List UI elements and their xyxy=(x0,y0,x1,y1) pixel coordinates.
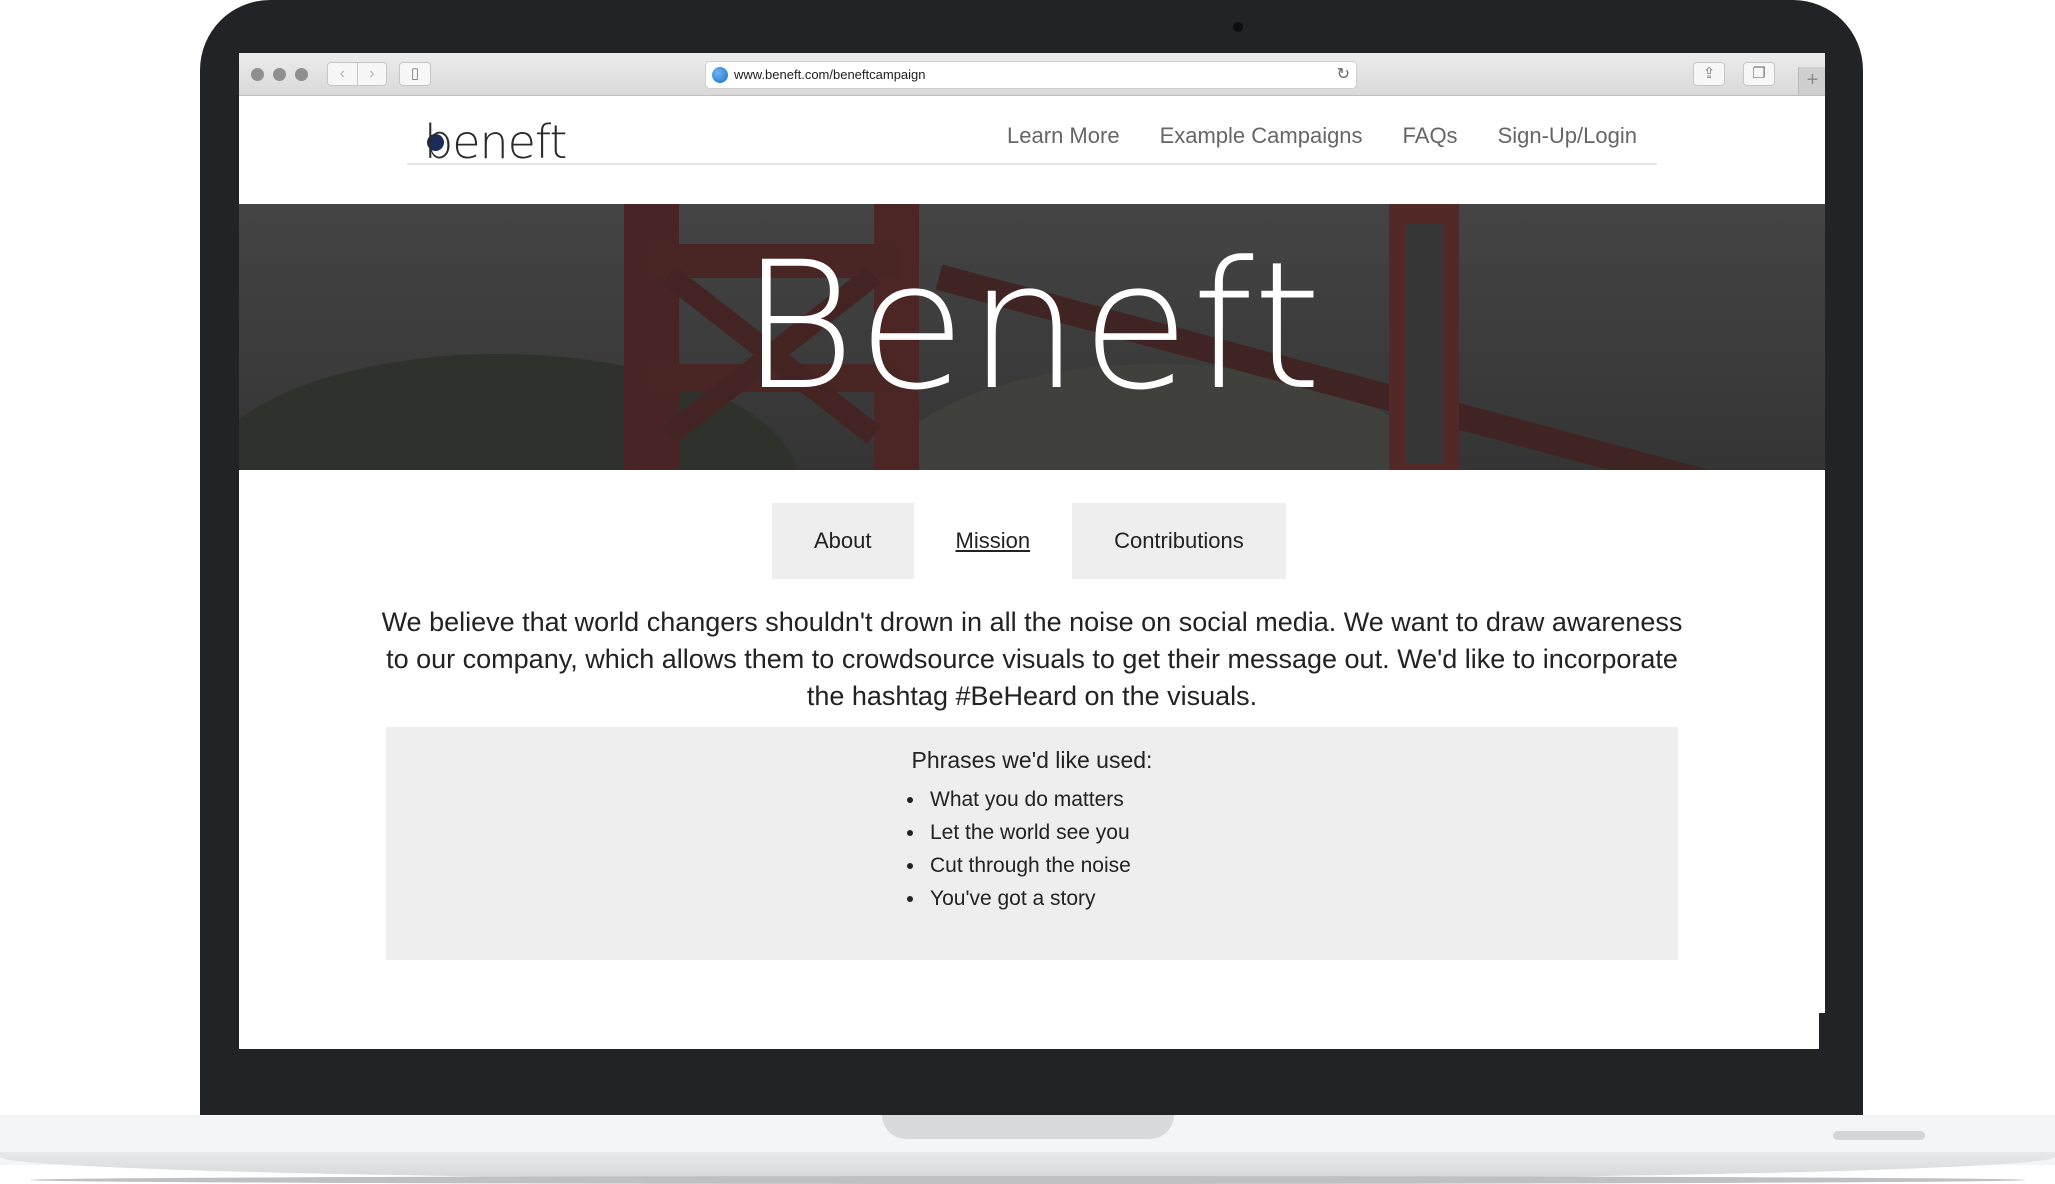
tabs-overview-icon[interactable]: ❐ xyxy=(1743,62,1775,86)
tab-mission[interactable]: Mission xyxy=(913,503,1073,579)
share-icon[interactable]: ⇪ xyxy=(1693,62,1725,86)
hero-title: Beneft xyxy=(740,224,1324,429)
phrase-list: What you do matters Let the world see yo… xyxy=(902,783,1131,915)
close-window-icon[interactable] xyxy=(251,68,264,81)
site-logo[interactable]: beneft xyxy=(424,115,567,169)
url-text: www.beneft.com/beneftcampaign xyxy=(734,67,926,82)
camera-icon xyxy=(1233,22,1243,32)
forward-arrow-icon[interactable]: › xyxy=(356,63,387,85)
list-item: You've got a story xyxy=(926,882,1131,915)
browser-window: ‹ › ▯ www.beneft.com/beneftcampaign ↻ ⇪ … xyxy=(239,53,1825,1049)
list-item: Cut through the noise xyxy=(926,849,1131,882)
screen-corner xyxy=(1819,1013,1825,1049)
laptop-notch xyxy=(882,1115,1174,1139)
header-divider xyxy=(407,163,1657,165)
nav-sign-up-login[interactable]: Sign-Up/Login xyxy=(1498,123,1637,149)
tab-about[interactable]: About xyxy=(772,503,914,579)
mission-statement: We believe that world changers shouldn't… xyxy=(381,607,1683,711)
hero-banner: Beneft xyxy=(239,204,1825,470)
phrases-panel: Phrases we'd like used: What you do matt… xyxy=(386,727,1678,960)
nav-learn-more[interactable]: Learn More xyxy=(1007,123,1120,149)
minimize-window-icon[interactable] xyxy=(273,68,286,81)
list-item: Let the world see you xyxy=(926,816,1131,849)
nav-faqs[interactable]: FAQs xyxy=(1403,123,1458,149)
list-item: What you do matters xyxy=(926,783,1131,816)
laptop-foot xyxy=(1833,1131,1925,1140)
zoom-window-icon[interactable] xyxy=(295,68,308,81)
browser-toolbar: ‹ › ▯ www.beneft.com/beneftcampaign ↻ ⇪ … xyxy=(239,53,1825,96)
site-header: beneft Learn More Example Campaigns FAQs… xyxy=(407,95,1657,215)
phrases-title: Phrases we'd like used: xyxy=(911,747,1153,773)
back-arrow-icon[interactable]: ‹ xyxy=(328,63,357,85)
sidebar-icon[interactable]: ▯ xyxy=(399,62,431,86)
tab-contributions[interactable]: Contributions xyxy=(1072,503,1286,579)
history-nav: ‹ › xyxy=(327,62,387,86)
main-nav: Learn More Example Campaigns FAQs Sign-U… xyxy=(1007,123,1637,149)
new-tab-icon[interactable]: + xyxy=(1798,67,1825,95)
reload-icon[interactable]: ↻ xyxy=(1337,64,1350,84)
nav-example-campaigns[interactable]: Example Campaigns xyxy=(1160,123,1363,149)
globe-icon xyxy=(712,67,728,83)
address-bar[interactable]: www.beneft.com/beneftcampaign ↻ xyxy=(705,61,1357,89)
campaign-tabs: About Mission Contributions xyxy=(772,503,1286,579)
laptop-shadow xyxy=(30,1176,2025,1184)
